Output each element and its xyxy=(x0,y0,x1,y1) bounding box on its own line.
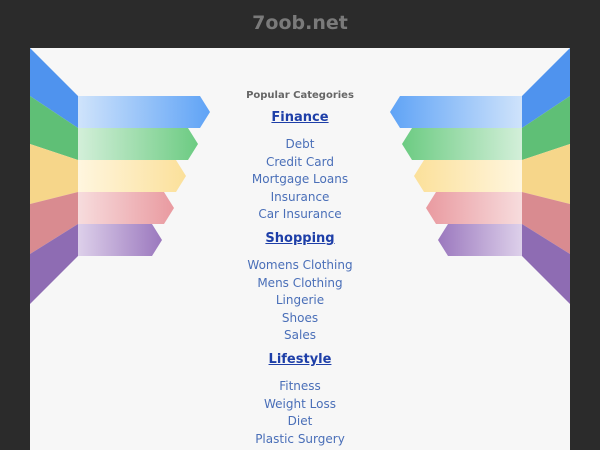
categories-list: Popular Categories Finance Debt Credit C… xyxy=(200,48,400,448)
content-panel: Popular Categories Finance Debt Credit C… xyxy=(30,48,570,450)
link-credit-card[interactable]: Credit Card xyxy=(200,154,400,172)
category-links: Fitness Weight Loss Diet Plastic Surgery xyxy=(200,378,400,448)
link-sales[interactable]: Sales xyxy=(200,327,400,345)
link-plastic-surgery[interactable]: Plastic Surgery xyxy=(200,431,400,449)
site-title: 7oob.net xyxy=(252,12,348,34)
link-car-insurance[interactable]: Car Insurance xyxy=(200,206,400,224)
category-heading-shopping[interactable]: Shopping xyxy=(200,230,400,248)
link-debt[interactable]: Debt xyxy=(200,136,400,154)
ribbon-left-bar-purple xyxy=(78,224,162,256)
category-heading-lifestyle[interactable]: Lifestyle xyxy=(200,351,400,369)
ribbon-left-bar-red xyxy=(78,192,174,224)
link-fitness[interactable]: Fitness xyxy=(200,378,400,396)
link-mens-clothing[interactable]: Mens Clothing xyxy=(200,275,400,293)
category-links: Debt Credit Card Mortgage Loans Insuranc… xyxy=(200,136,400,224)
popular-categories-heading: Popular Categories xyxy=(246,90,354,101)
category-heading-finance[interactable]: Finance xyxy=(200,109,400,127)
link-shoes[interactable]: Shoes xyxy=(200,310,400,328)
link-lingerie[interactable]: Lingerie xyxy=(200,292,400,310)
category-finance: Finance Debt Credit Card Mortgage Loans … xyxy=(200,109,400,224)
link-diet[interactable]: Diet xyxy=(200,413,400,431)
ribbon-left-bar-yellow xyxy=(78,160,186,192)
category-links: Womens Clothing Mens Clothing Lingerie S… xyxy=(200,257,400,345)
ribbon-right-bar-blue xyxy=(390,96,522,128)
ribbon-left-bar-blue xyxy=(78,96,210,128)
ribbon-right-bar-yellow xyxy=(414,160,522,192)
link-weight-loss[interactable]: Weight Loss xyxy=(200,396,400,414)
category-lifestyle: Lifestyle Fitness Weight Loss Diet Plast… xyxy=(200,351,400,448)
link-womens-clothing[interactable]: Womens Clothing xyxy=(200,257,400,275)
link-mortgage-loans[interactable]: Mortgage Loans xyxy=(200,171,400,189)
link-insurance[interactable]: Insurance xyxy=(200,189,400,207)
ribbon-right-bar-red xyxy=(426,192,522,224)
ribbon-left-bar-green xyxy=(78,128,198,160)
category-shopping: Shopping Womens Clothing Mens Clothing L… xyxy=(200,230,400,345)
ribbon-right-bar-purple xyxy=(438,224,522,256)
ribbon-right-bar-green xyxy=(402,128,522,160)
